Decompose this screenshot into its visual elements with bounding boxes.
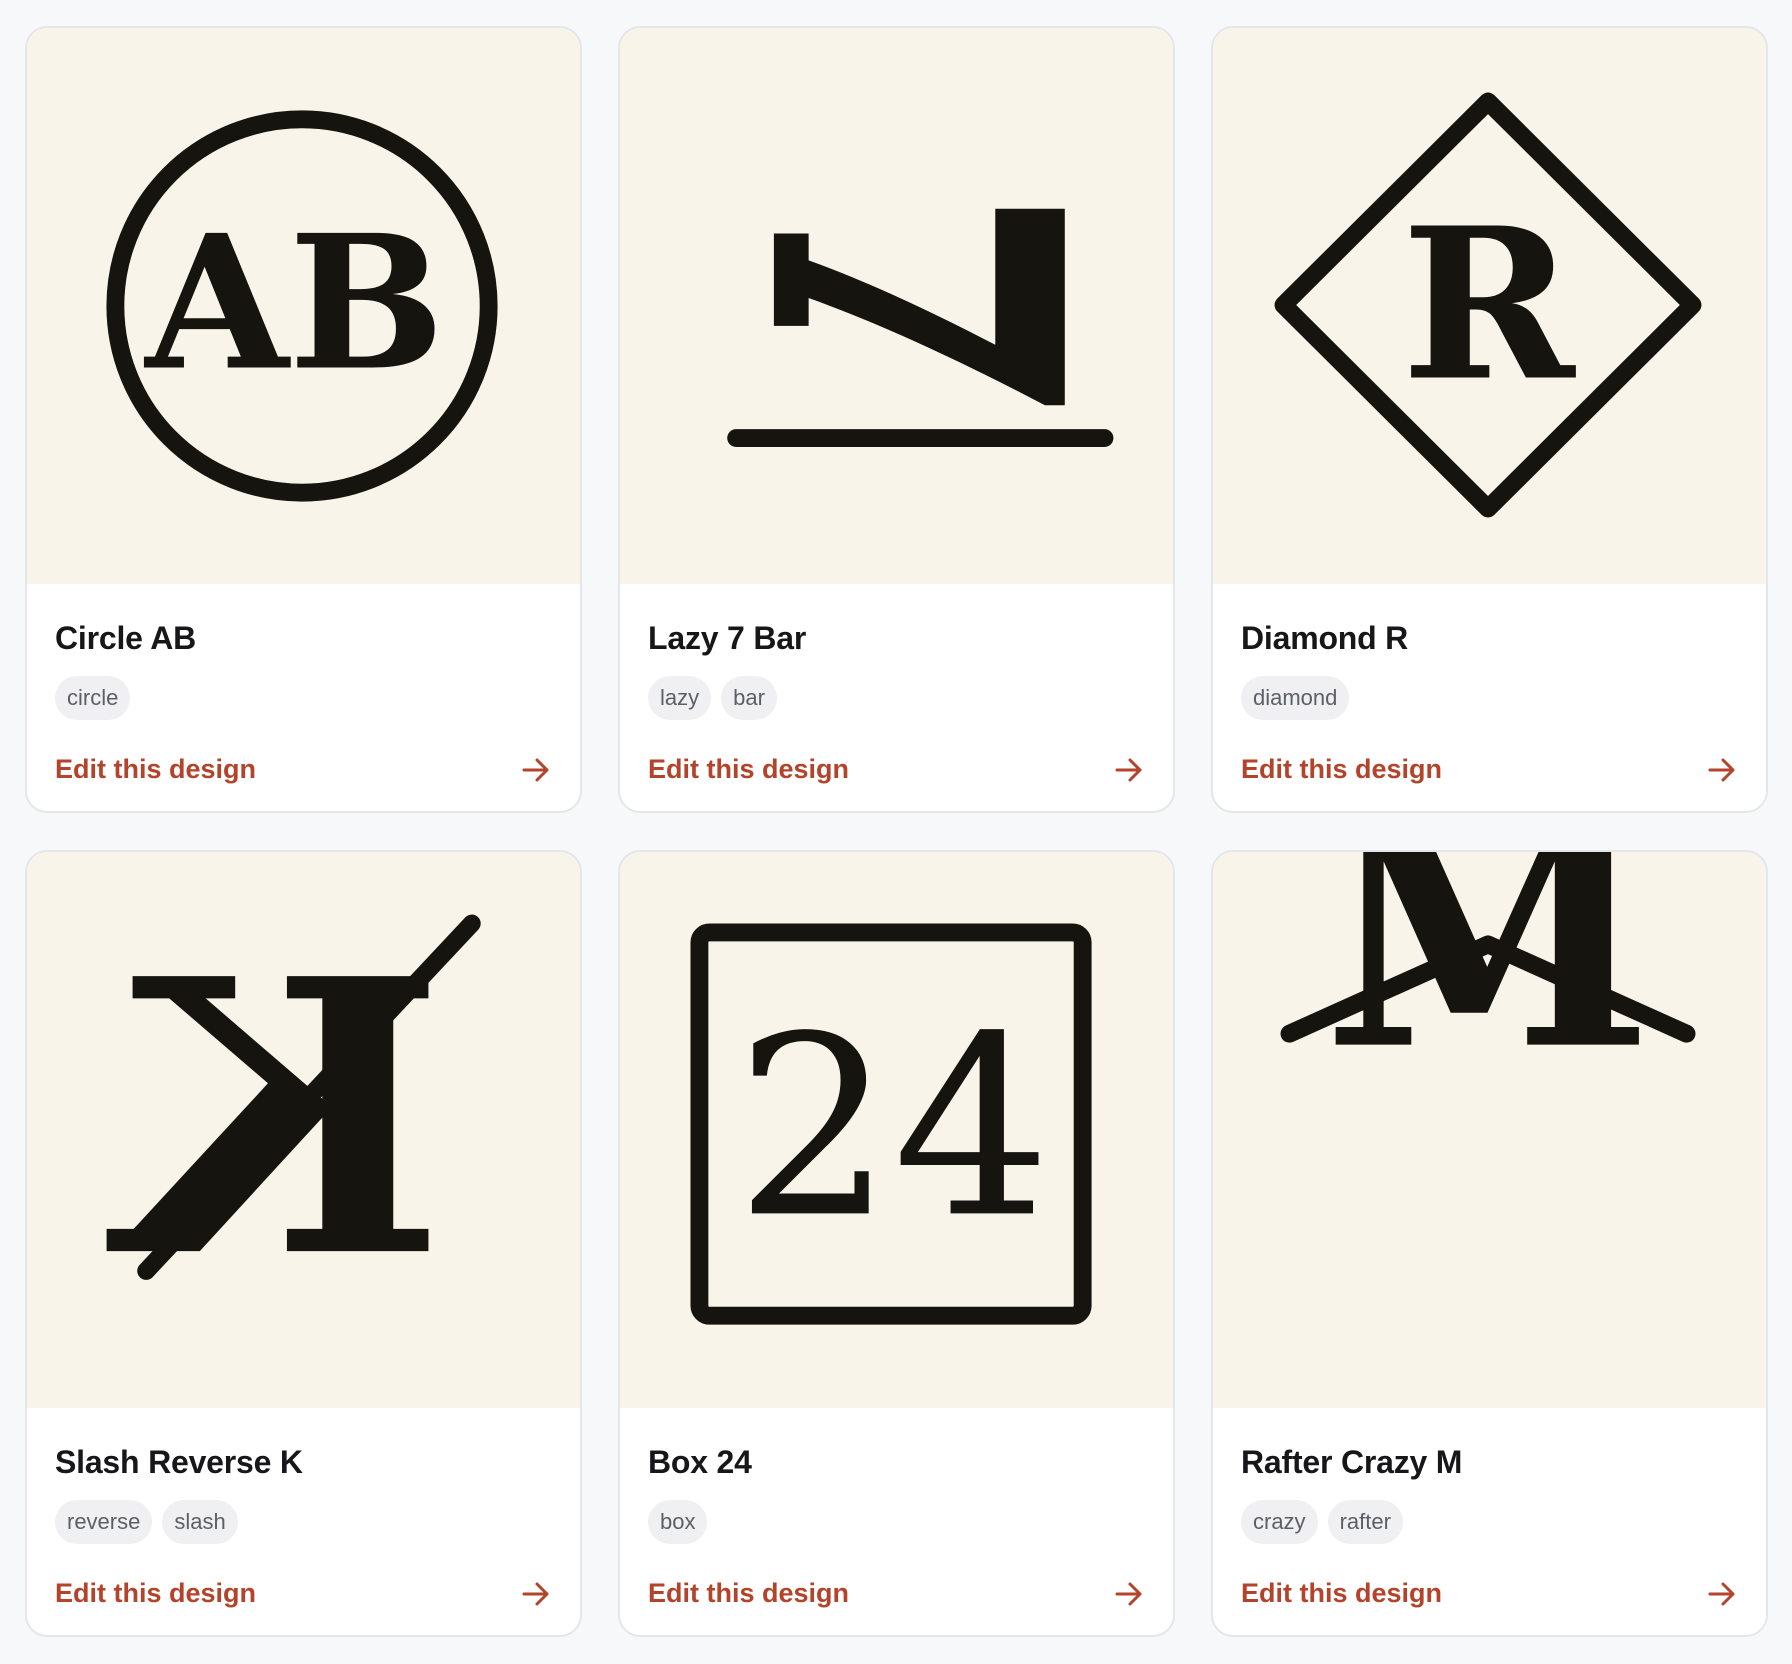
svg-text:24: 24	[735, 983, 1051, 1272]
design-title: Circle AB	[55, 620, 197, 656]
brand-box-24: 24	[690, 923, 1092, 1325]
design-card[interactable]: 24 Box 24 box Edit this design	[618, 850, 1175, 1637]
brand-slash-reverse-k: K	[104, 897, 481, 1340]
tag: circle	[55, 676, 131, 720]
arrow-right-icon	[521, 755, 551, 785]
arrow-right-icon	[1707, 1579, 1737, 1609]
arrow-right-icon	[1114, 755, 1144, 785]
design-title: Diamond R	[1241, 620, 1409, 656]
edit-design-link[interactable]: Edit this design	[55, 1578, 551, 1609]
design-preview[interactable]: K	[27, 852, 580, 1408]
design-card[interactable]: AB Circle AB circle Edit this design	[25, 26, 582, 813]
edit-design-link[interactable]: Edit this design	[1241, 1578, 1737, 1609]
design-card[interactable]: K Slash Reverse K reverse slash Edit thi…	[25, 850, 582, 1637]
tag: lazy	[648, 676, 712, 720]
tag-list: lazy bar	[648, 676, 1144, 720]
design-title: Rafter Crazy M	[1241, 1444, 1463, 1480]
design-preview[interactable]: 24	[620, 852, 1173, 1408]
arrow-right-icon	[1707, 755, 1737, 785]
design-title: Box 24	[648, 1444, 752, 1480]
edit-design-label: Edit this design	[1241, 754, 1443, 784]
brand-rafter-crazy-m: M	[1280, 852, 1696, 1116]
edit-design-link[interactable]: Edit this design	[648, 1578, 1144, 1609]
design-title: Lazy 7 Bar	[648, 620, 807, 656]
svg-text:7: 7	[620, 29, 621, 31]
tag-list: crazy rafter	[1241, 1500, 1737, 1544]
tag: slash	[162, 1500, 238, 1544]
tag: crazy	[1241, 1500, 1318, 1544]
brand-diamond-r: R	[1274, 92, 1702, 518]
tag-list: reverse slash	[55, 1500, 551, 1544]
edit-design-label: Edit this design	[648, 1578, 850, 1608]
edit-design-label: Edit this design	[1241, 1578, 1443, 1608]
brand-circle-ab: AB	[106, 110, 498, 502]
tag: bar	[721, 676, 777, 720]
svg-text:AB: AB	[143, 195, 444, 412]
edit-design-link[interactable]: Edit this design	[1241, 754, 1737, 785]
design-preview[interactable]: 7	[620, 28, 1173, 584]
design-card[interactable]: 7 Lazy 7 Bar lazy bar Edit this design	[618, 26, 1175, 813]
design-title: Slash Reverse K	[55, 1444, 303, 1480]
edit-design-label: Edit this design	[55, 754, 257, 784]
edit-design-label: Edit this design	[55, 1578, 257, 1608]
tag-list: circle	[55, 676, 551, 720]
design-card[interactable]: R Diamond R diamond Edit this design	[1211, 26, 1768, 813]
arrow-right-icon	[521, 1579, 551, 1609]
tag: diamond	[1241, 676, 1350, 720]
svg-text:M: M	[1323, 852, 1653, 1116]
tag-list: box	[648, 1500, 1144, 1544]
design-card[interactable]: M Rafter Crazy M crazy rafter Edit this …	[1211, 850, 1768, 1637]
brand-lazy-7-bar: 7	[620, 29, 1114, 447]
tag: box	[648, 1500, 708, 1544]
tag: reverse	[55, 1500, 153, 1544]
edit-design-link[interactable]: Edit this design	[55, 754, 551, 785]
tag-list: diamond	[1241, 676, 1737, 720]
edit-design-label: Edit this design	[648, 754, 850, 784]
design-grid: AB Circle AB circle Edit this design 7 L…	[25, 26, 1768, 1637]
design-preview[interactable]: M	[1213, 852, 1766, 1408]
tag: rafter	[1327, 1500, 1403, 1544]
design-preview[interactable]: AB	[27, 28, 580, 584]
svg-text:R: R	[1401, 182, 1576, 427]
edit-design-link[interactable]: Edit this design	[648, 754, 1144, 785]
arrow-right-icon	[1114, 1579, 1144, 1609]
design-preview[interactable]: R	[1213, 28, 1766, 584]
